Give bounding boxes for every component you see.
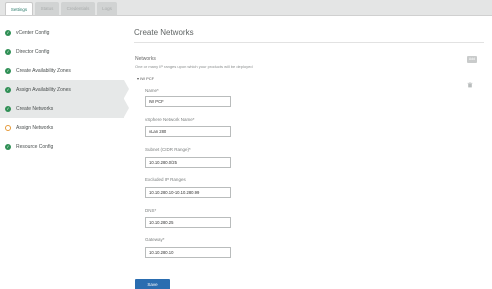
sidebar-item-assign-networks[interactable]: Assign Networks: [0, 118, 124, 137]
title-divider: [134, 42, 484, 43]
name-label: Name*: [145, 88, 159, 93]
sidebar-item-label: Director Config: [16, 48, 50, 55]
sidebar-item-label: Resource Config: [16, 143, 54, 150]
sidebar-item-create-networks[interactable]: ✓ Create Networks: [0, 99, 124, 118]
network-collapse-toggle[interactable]: ▾ IW PCF: [137, 76, 154, 81]
check-icon: ✓: [5, 105, 11, 112]
name-input[interactable]: IW PCF: [145, 96, 231, 107]
check-icon: ✓: [5, 67, 11, 74]
excluded-ip-ranges-label: Excluded IP Ranges: [145, 177, 186, 182]
sidebar-item-director-config[interactable]: ✓ Director Config: [0, 42, 124, 61]
tab-logs[interactable]: Logs: [97, 2, 117, 15]
vsphere-network-name-label: vSphere Network Name*: [145, 117, 195, 122]
warning-circle-icon: [5, 124, 11, 131]
tab-credentials[interactable]: Credentials: [61, 2, 95, 15]
page-title: Create Networks: [134, 28, 194, 37]
section-description: One or many IP ranges upon which your pr…: [135, 64, 253, 69]
sidebar-item-label: Create Availability Zones: [16, 67, 71, 74]
sidebar: ✓ vCenter Config ✓ Director Config ✓ Cre…: [0, 16, 129, 289]
sidebar-item-label: vCenter Config: [16, 29, 50, 36]
subnet-input[interactable]: 10.10.280.0/25: [145, 157, 231, 168]
sidebar-item-resource-config[interactable]: ✓ Resource Config: [0, 137, 124, 156]
tab-settings[interactable]: Settings: [5, 2, 33, 15]
check-icon: ✓: [5, 29, 11, 36]
check-icon: ✓: [5, 86, 11, 93]
vsphere-network-name-input[interactable]: vLan 280: [145, 126, 231, 137]
save-button[interactable]: Save: [135, 279, 170, 289]
main-panel: Create Networks Networks One or many IP …: [124, 16, 492, 289]
check-icon: ✓: [5, 48, 11, 55]
sidebar-item-label: Create Networks: [16, 105, 54, 112]
dns-label: DNS*: [145, 208, 157, 213]
subnet-label: Subnet (CIDR Range)*: [145, 147, 191, 152]
gateway-input[interactable]: 10.10.280.10: [145, 247, 231, 258]
add-network-button[interactable]: Add: [467, 56, 477, 63]
sidebar-item-label: Assign Networks: [16, 124, 54, 131]
top-tab-bar: Settings Status Credentials Logs: [0, 0, 492, 16]
trash-icon[interactable]: [467, 82, 473, 88]
sidebar-item-create-availability-zones[interactable]: ✓ Create Availability Zones: [0, 61, 124, 80]
sidebar-item-label: Assign Availability Zones: [16, 86, 71, 93]
section-title: Networks: [135, 56, 156, 62]
excluded-ip-ranges-input[interactable]: 10.10.280.10-10.10.280.99: [145, 187, 231, 198]
sidebar-item-vcenter-config[interactable]: ✓ vCenter Config: [0, 23, 124, 42]
tab-status[interactable]: Status: [35, 2, 59, 15]
check-icon: ✓: [5, 143, 11, 150]
sidebar-item-assign-availability-zones[interactable]: ✓ Assign Availability Zones: [0, 80, 124, 99]
dns-input[interactable]: 10.10.280.25: [145, 217, 231, 228]
gateway-label: Gateway*: [145, 237, 165, 242]
